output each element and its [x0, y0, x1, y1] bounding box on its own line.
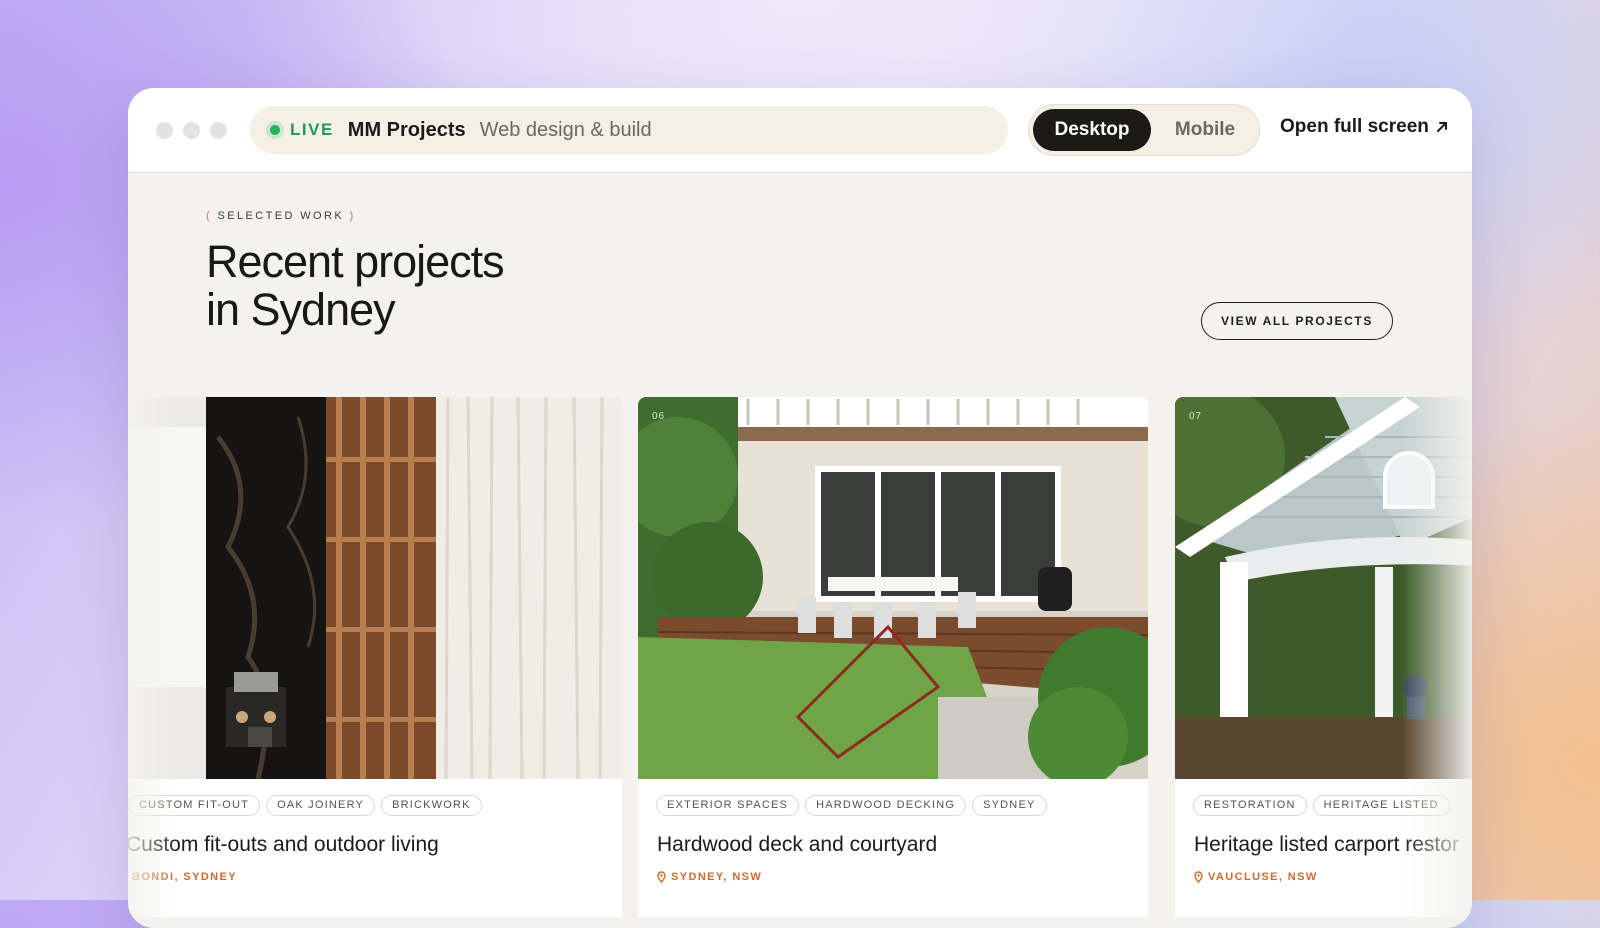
- eyebrow-close-paren: ): [349, 210, 356, 222]
- site-address-bar[interactable]: LIVE MM Projects Web design & build: [250, 106, 1008, 154]
- project-tag[interactable]: SYDNEY: [972, 795, 1047, 816]
- view-all-projects-button[interactable]: VIEW ALL PROJECTS: [1201, 302, 1393, 340]
- site-name: MM Projects: [347, 118, 466, 141]
- open-full-screen-link[interactable]: Open full screen: [1280, 116, 1449, 138]
- project-title[interactable]: Heritage listed carport restor: [1194, 833, 1459, 857]
- desktop-view-button[interactable]: Desktop: [1033, 109, 1151, 151]
- project-tag[interactable]: RESTORATION: [1193, 795, 1307, 816]
- window-controls: [156, 122, 227, 139]
- live-badge: LIVE: [290, 120, 334, 139]
- preview-toolbar: LIVE MM Projects Web design & build Desk…: [128, 88, 1472, 173]
- mobile-view-button[interactable]: Mobile: [1155, 109, 1255, 151]
- close-window-dot[interactable]: [156, 122, 173, 139]
- project-location-text: BONDI, SYDNEY: [132, 871, 237, 883]
- minimize-window-dot[interactable]: [183, 122, 200, 139]
- project-tags: EXTERIOR SPACES HARDWOOD DECKING SYDNEY: [656, 795, 1047, 816]
- project-tag[interactable]: BRICKWORK: [381, 795, 482, 816]
- site-subtitle: Web design & build: [479, 118, 652, 141]
- location-pin-icon: [1194, 871, 1203, 883]
- eyebrow-text: SELECTED WORK: [217, 210, 345, 222]
- project-tag[interactable]: OAK JOINERY: [266, 795, 376, 816]
- project-card[interactable]: 06 EXTERIOR SPACES HARDWOOD DECKING SYDN…: [638, 397, 1148, 917]
- browser-window: LIVE MM Projects Web design & build Desk…: [128, 88, 1472, 928]
- project-tag[interactable]: CUSTOM FIT-OUT: [128, 795, 261, 816]
- eyebrow-open-paren: (: [206, 210, 213, 222]
- page-title: Recent projects in Sydney: [206, 238, 706, 334]
- page-title-line-1: Recent projects: [206, 236, 505, 287]
- project-title[interactable]: Hardwood deck and courtyard: [657, 833, 937, 857]
- section-eyebrow: ( SELECTED WORK ): [206, 210, 356, 222]
- project-tag[interactable]: HARDWOOD DECKING: [805, 795, 967, 816]
- project-tag[interactable]: EXTERIOR SPACES: [656, 795, 800, 816]
- location-pin-icon: [657, 871, 666, 883]
- project-location-text: SYDNEY, NSW: [671, 871, 763, 883]
- project-tags: RESTORATION HERITAGE LISTED: [1193, 795, 1450, 816]
- project-photo-deck[interactable]: 06: [638, 397, 1148, 779]
- open-full-screen-label: Open full screen: [1280, 116, 1429, 137]
- project-location: SYDNEY, NSW: [657, 871, 762, 883]
- project-number: 06: [652, 411, 666, 422]
- project-title[interactable]: Custom fit-outs and outdoor living: [128, 833, 439, 857]
- project-tag[interactable]: HERITAGE LISTED: [1312, 795, 1450, 816]
- project-location: BONDI, SYDNEY: [132, 871, 237, 883]
- live-status-icon: [270, 125, 280, 135]
- maximize-window-dot[interactable]: [210, 122, 227, 139]
- project-photo-carport[interactable]: 07: [1175, 397, 1472, 779]
- project-photo-fitout[interactable]: [128, 397, 622, 779]
- project-card[interactable]: 07 RESTORATION HERITAGE LISTED Heritage …: [1175, 397, 1472, 917]
- project-location: VAUCLUSE, NSW: [1194, 871, 1318, 883]
- page-title-line-2: in Sydney: [206, 284, 396, 335]
- project-card[interactable]: CUSTOM FIT-OUT OAK JOINERY BRICKWORK Cus…: [128, 397, 622, 917]
- project-location-text: VAUCLUSE, NSW: [1208, 871, 1318, 883]
- arrow-up-right-icon: [1436, 122, 1447, 132]
- project-number: 07: [1189, 411, 1203, 422]
- project-tags: CUSTOM FIT-OUT OAK JOINERY BRICKWORK: [128, 795, 482, 816]
- view-mode-toggle: Desktop Mobile: [1028, 104, 1260, 156]
